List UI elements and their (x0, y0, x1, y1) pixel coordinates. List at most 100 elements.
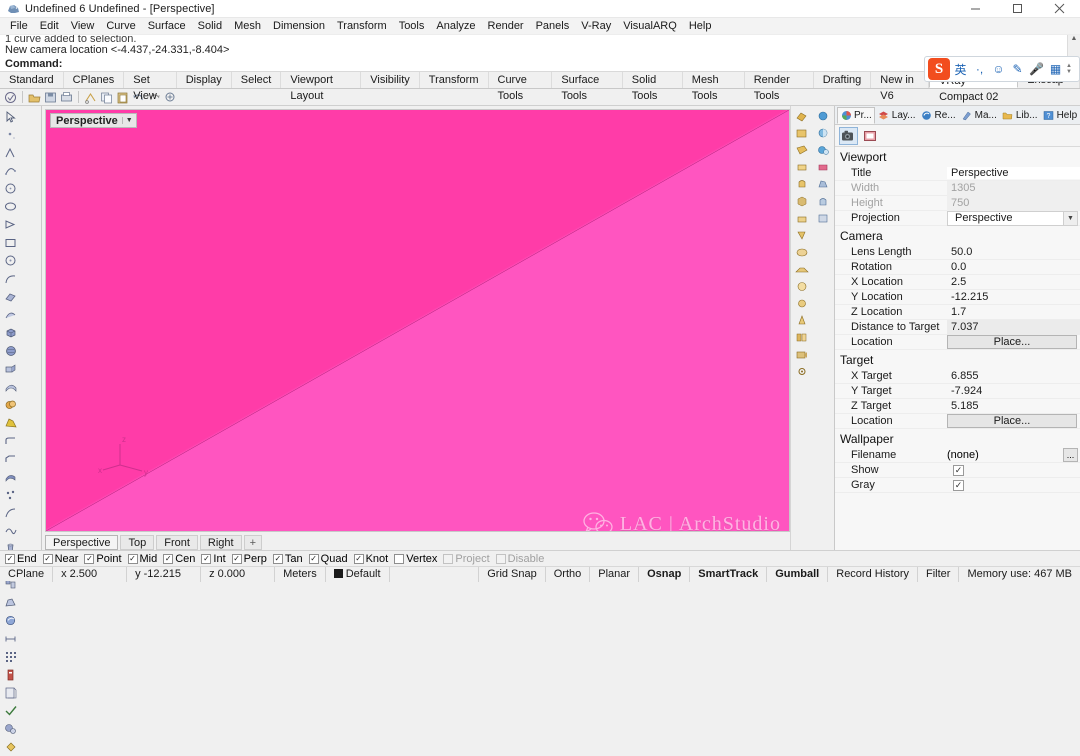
viewport-tab-front[interactable]: Front (156, 534, 198, 550)
toolbar-tab-visibility[interactable]: Visibility (361, 72, 420, 88)
polygon-icon[interactable] (1, 216, 21, 234)
menu-visualarq[interactable]: VisualARQ (617, 18, 683, 35)
osnap-tan[interactable]: ✓ Tan (272, 553, 307, 565)
enscape-panorama-icon[interactable] (813, 193, 833, 210)
wallpaper-browse-button[interactable]: ... (1063, 448, 1078, 462)
property-row-projection[interactable]: Projection Perspective ▼ (835, 210, 1080, 226)
osnap-knot[interactable]: ✓ Knot (353, 553, 393, 565)
status-osnap[interactable]: Osnap (639, 566, 691, 582)
boolean-union-icon[interactable] (1, 396, 21, 414)
boolean-difference-icon[interactable] (1, 414, 21, 432)
vray-camera-icon[interactable] (792, 346, 812, 363)
menu-analyze[interactable]: Analyze (430, 18, 481, 35)
property-row-camera-location[interactable]: Location Place... (835, 335, 1080, 350)
menu-panels[interactable]: Panels (530, 18, 576, 35)
new-file-icon[interactable] (3, 90, 18, 105)
voice-input-icon[interactable]: 🎤 (1028, 59, 1045, 79)
property-row-x-target[interactable]: X Target 6.855 (835, 369, 1080, 384)
camera-icon[interactable] (839, 126, 858, 145)
vray-mesh-light-icon[interactable] (792, 278, 812, 295)
menu-view[interactable]: View (65, 18, 101, 35)
scroll-up-icon[interactable]: ▲ (1071, 35, 1078, 43)
vray-fur-icon[interactable] (792, 210, 812, 227)
toolbar-tab-display[interactable]: Display (177, 72, 232, 88)
punctuation-icon[interactable]: ·, (971, 59, 988, 79)
menu-transform[interactable]: Transform (331, 18, 393, 35)
vray-decal-icon[interactable] (792, 244, 812, 261)
check-icon[interactable] (1, 702, 21, 720)
osnap-quad[interactable]: ✓ Quad (308, 553, 352, 565)
toolbar-tab-surface-tools[interactable]: Surface Tools (552, 72, 623, 102)
toolbar-tab-cplanes[interactable]: CPlanes (64, 72, 125, 88)
panel-tab-libraries[interactable]: Lib... (1000, 107, 1040, 124)
toolbar-tab-standard[interactable]: Standard (0, 72, 64, 88)
status-record-history[interactable]: Record History (828, 566, 918, 582)
status-cplane[interactable]: CPlane (0, 566, 54, 582)
mesh-from-surface-icon[interactable] (1, 468, 21, 486)
property-row-lens-length[interactable]: Lens Length 50.0 (835, 245, 1080, 260)
property-value-z-location[interactable]: 1.7 (947, 306, 1080, 318)
mesh-points-icon[interactable] (1, 486, 21, 504)
grid-snap-tool-icon[interactable] (1, 648, 21, 666)
property-row-z-location[interactable]: Z Location 1.7 (835, 305, 1080, 320)
vray-frame-buffer-icon[interactable] (792, 125, 812, 142)
menu-curve[interactable]: Curve (100, 18, 141, 35)
osnap-vertex[interactable]: Vertex (393, 553, 441, 565)
layout-page-icon[interactable] (1, 684, 21, 702)
toolbar-tab-drafting[interactable]: Drafting (814, 72, 872, 88)
vray-render-icon[interactable] (792, 108, 812, 125)
curve-interpolate-icon[interactable] (1, 522, 21, 540)
status-layer[interactable]: Default (326, 566, 390, 582)
status-planar[interactable]: Planar (590, 566, 640, 582)
close-icon[interactable] (1038, 0, 1080, 18)
rectangle-icon[interactable] (1, 234, 21, 252)
vray-material-library-icon[interactable] (792, 329, 812, 346)
fillet-edge-icon[interactable] (1, 432, 21, 450)
menu-help[interactable]: Help (683, 18, 718, 35)
copy-icon[interactable] (99, 90, 114, 105)
viewport-title-label[interactable]: Perspective ▼ (50, 113, 137, 128)
vray-sphere-light-icon[interactable] (792, 295, 812, 312)
property-row-y-location[interactable]: Y Location -12.215 (835, 290, 1080, 305)
property-value-x-target[interactable]: 6.855 (947, 370, 1080, 382)
enscape-settings-icon[interactable] (813, 210, 833, 227)
ellipse-icon[interactable] (1, 198, 21, 216)
menu-surface[interactable]: Surface (142, 18, 192, 35)
wallpaper-show-checkbox[interactable]: ✓ (953, 464, 964, 476)
vray-ies-light-icon[interactable] (792, 312, 812, 329)
property-value-rotation[interactable]: 0.0 (947, 261, 1080, 273)
property-row-title[interactable]: Title Perspective (835, 166, 1080, 181)
emoji-icon[interactable]: ☺ (990, 59, 1007, 79)
toolbox-icon[interactable]: ▦ (1047, 59, 1064, 79)
vray-light-icon[interactable] (792, 159, 812, 176)
circle-icon[interactable] (1, 180, 21, 198)
point-icon[interactable] (1, 126, 21, 144)
vray-light-dome-icon[interactable] (792, 176, 812, 193)
maximize-icon[interactable] (996, 0, 1038, 18)
menu-file[interactable]: File (4, 18, 34, 35)
arc-center-icon[interactable] (1, 252, 21, 270)
sphere-icon[interactable] (1, 342, 21, 360)
polyline-icon[interactable] (1, 144, 21, 162)
surface-from-curves-icon[interactable] (1, 288, 21, 306)
property-row-y-target[interactable]: Y Target -7.924 (835, 384, 1080, 399)
enscape-material-icon[interactable] (813, 176, 833, 193)
cut-icon[interactable] (83, 90, 98, 105)
property-row-show[interactable]: Show ✓ (835, 463, 1080, 478)
extrude-icon[interactable] (1, 360, 21, 378)
vray-proxy-icon[interactable] (792, 193, 812, 210)
menu-render[interactable]: Render (482, 18, 530, 35)
menu-mesh[interactable]: Mesh (228, 18, 267, 35)
osnap-end[interactable]: ✓ End (4, 553, 41, 565)
sweep-icon[interactable] (1, 378, 21, 396)
add-viewport-tab-icon[interactable]: + (243, 534, 263, 550)
osnap-project[interactable]: Project (442, 553, 493, 565)
property-value-lens-length[interactable]: 50.0 (947, 246, 1080, 258)
menu-edit[interactable]: Edit (34, 18, 65, 35)
chevron-down-icon[interactable]: ▼ (121, 117, 133, 124)
property-row-rotation[interactable]: Rotation 0.0 (835, 260, 1080, 275)
viewport-tab-right[interactable]: Right (199, 534, 242, 550)
property-value-title[interactable]: Perspective (947, 167, 1080, 179)
menu-tools[interactable]: Tools (393, 18, 431, 35)
toolbar-tab-mesh-tools[interactable]: Mesh Tools (683, 72, 745, 102)
